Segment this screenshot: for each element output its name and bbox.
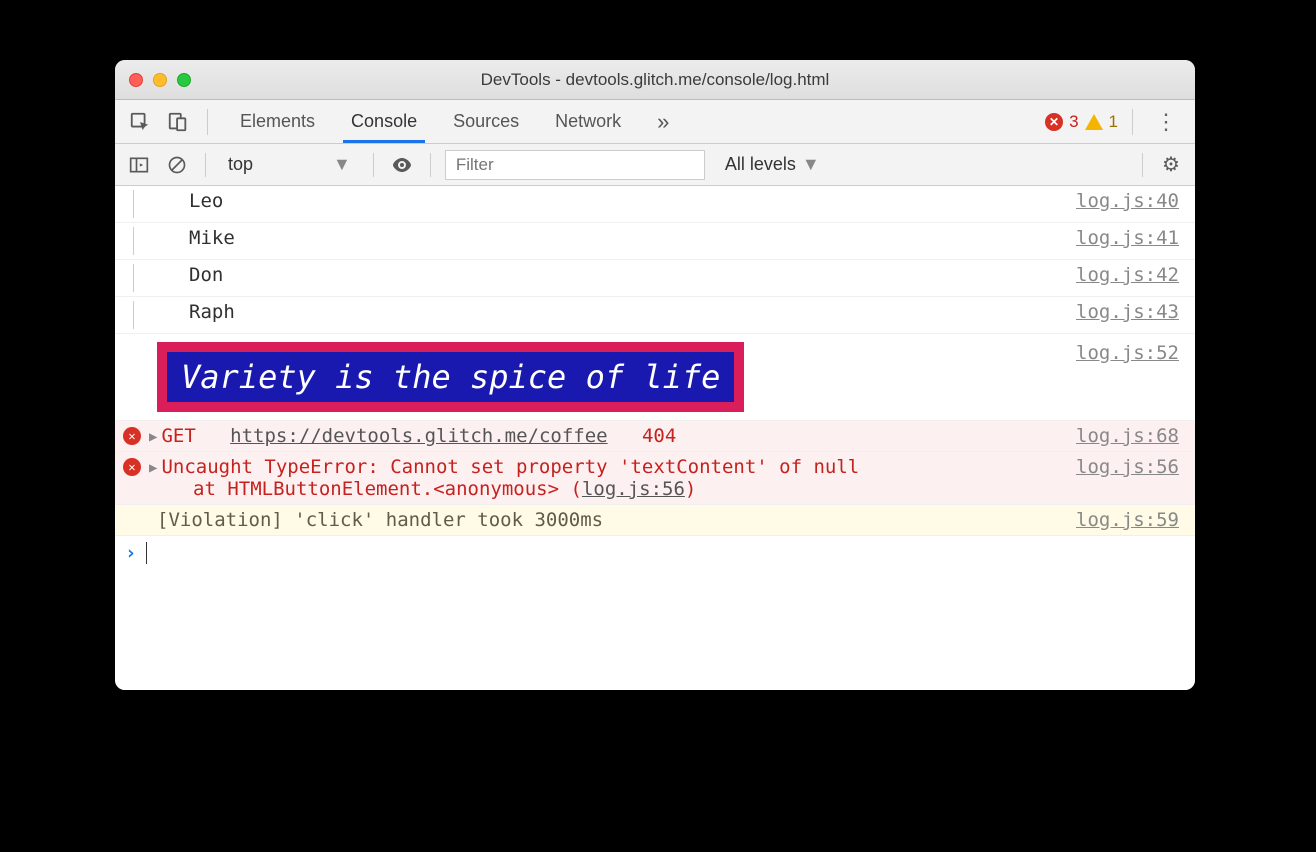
live-expression-icon[interactable] <box>388 151 416 179</box>
expand-icon[interactable]: ▶ <box>149 429 157 445</box>
error-icon: ✕ <box>123 458 141 476</box>
source-link[interactable]: log.js:52 <box>1076 338 1195 364</box>
toggle-sidebar-icon[interactable] <box>125 151 153 179</box>
log-row[interactable]: Mike log.js:41 <box>115 223 1195 260</box>
log-text: Don <box>189 264 223 286</box>
console-prompt[interactable]: › <box>115 536 1195 570</box>
titlebar: DevTools - devtools.glitch.me/console/lo… <box>115 60 1195 100</box>
source-link[interactable]: log.js:42 <box>1076 264 1195 292</box>
error-icon: ✕ <box>123 427 141 445</box>
error-count: 3 <box>1069 112 1078 132</box>
error-row[interactable]: ✕ ▶ GET https://devtools.glitch.me/coffe… <box>115 421 1195 452</box>
stack-frame-link[interactable]: log.js:56 <box>582 478 685 500</box>
source-link[interactable]: log.js:59 <box>1076 509 1195 531</box>
devtools-tabbar: Elements Console Sources Network » ✕ 3 1… <box>115 100 1195 144</box>
close-window-button[interactable] <box>129 73 143 87</box>
status-code: 404 <box>642 425 676 447</box>
clear-console-icon[interactable] <box>163 151 191 179</box>
styled-log-text: Variety is the spice of life <box>167 352 734 402</box>
divider <box>207 109 208 135</box>
source-link[interactable]: log.js:68 <box>1076 425 1195 447</box>
divider <box>430 153 431 177</box>
more-options-icon[interactable]: ⋮ <box>1147 109 1185 135</box>
devtools-window: DevTools - devtools.glitch.me/console/lo… <box>115 60 1195 690</box>
text-cursor <box>146 542 147 564</box>
stack-frame-suffix: ) <box>685 478 696 500</box>
log-text: Raph <box>189 301 235 323</box>
maximize-window-button[interactable] <box>177 73 191 87</box>
source-link[interactable]: log.js:40 <box>1076 190 1195 218</box>
device-toolbar-icon[interactable] <box>163 107 193 137</box>
violation-row[interactable]: [Violation] 'click' handler took 3000ms … <box>115 505 1195 536</box>
window-title: DevTools - devtools.glitch.me/console/lo… <box>115 70 1195 90</box>
tab-network[interactable]: Network <box>537 100 639 143</box>
console-output: Leo log.js:40 Mike log.js:41 Don log.js:… <box>115 186 1195 690</box>
panel-tabs: Elements Console Sources Network » <box>222 100 687 143</box>
chevron-down-icon: ▼ <box>333 154 351 175</box>
source-link[interactable]: log.js:43 <box>1076 301 1195 329</box>
context-label: top <box>228 154 253 175</box>
stack-frame-prefix: at HTMLButtonElement.<anonymous> ( <box>193 478 582 500</box>
log-row-styled[interactable]: Variety is the spice of life log.js:52 <box>115 334 1195 421</box>
log-levels-selector[interactable]: All levels ▼ <box>715 154 830 175</box>
divider <box>1132 109 1133 135</box>
log-row[interactable]: Leo log.js:40 <box>115 186 1195 223</box>
minimize-window-button[interactable] <box>153 73 167 87</box>
request-url[interactable]: https://devtools.glitch.me/coffee <box>230 425 608 447</box>
request-method: GET <box>161 425 195 447</box>
divider <box>205 153 206 177</box>
chevron-down-icon: ▼ <box>802 154 820 175</box>
log-text: Leo <box>189 190 223 212</box>
log-row[interactable]: Don log.js:42 <box>115 260 1195 297</box>
prompt-caret-icon: › <box>125 542 136 564</box>
divider <box>1142 153 1143 177</box>
window-controls <box>129 73 191 87</box>
status-badges[interactable]: ✕ 3 1 <box>1045 112 1118 132</box>
inspect-element-icon[interactable] <box>125 107 155 137</box>
filter-input[interactable] <box>445 150 705 180</box>
violation-text: [Violation] 'click' handler took 3000ms <box>157 509 603 531</box>
error-row[interactable]: ✕ ▶ Uncaught TypeError: Cannot set prope… <box>115 452 1195 505</box>
error-message: Uncaught TypeError: Cannot set property … <box>161 456 859 478</box>
warning-count: 1 <box>1109 112 1118 132</box>
log-text: Mike <box>189 227 235 249</box>
execution-context-selector[interactable]: top ▼ <box>220 152 359 177</box>
tabs-overflow-button[interactable]: » <box>639 100 687 143</box>
log-row[interactable]: Raph log.js:43 <box>115 297 1195 334</box>
console-toolbar: top ▼ All levels ▼ ⚙ <box>115 144 1195 186</box>
console-settings-icon[interactable]: ⚙ <box>1157 151 1185 179</box>
expand-icon[interactable]: ▶ <box>149 460 157 478</box>
levels-label: All levels <box>725 154 796 175</box>
styled-log-box: Variety is the spice of life <box>157 342 744 412</box>
tab-sources[interactable]: Sources <box>435 100 537 143</box>
tab-console[interactable]: Console <box>333 100 435 143</box>
source-link[interactable]: log.js:41 <box>1076 227 1195 255</box>
divider <box>373 153 374 177</box>
error-icon: ✕ <box>1045 113 1063 131</box>
warning-icon <box>1085 114 1103 130</box>
source-link[interactable]: log.js:56 <box>1076 456 1195 478</box>
tab-elements[interactable]: Elements <box>222 100 333 143</box>
